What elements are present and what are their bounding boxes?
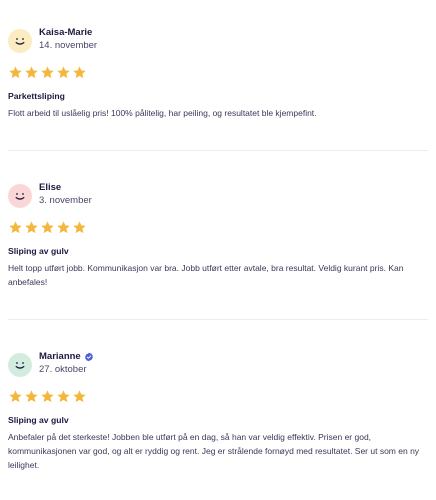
star-rating xyxy=(8,389,428,404)
avatar xyxy=(8,184,32,208)
star-rating xyxy=(8,65,428,80)
star-icon xyxy=(9,66,22,79)
review-header: Marianne 27. oktober xyxy=(8,351,428,381)
avatar xyxy=(8,29,32,53)
avatar xyxy=(8,353,32,377)
star-icon xyxy=(57,221,70,234)
divider xyxy=(8,319,428,320)
verified-badge-icon xyxy=(84,352,93,362)
star-icon xyxy=(73,66,86,79)
star-icon xyxy=(9,221,22,234)
review-title: Sliping av gulv xyxy=(8,415,69,425)
star-icon xyxy=(57,66,70,79)
smiley-face-icon xyxy=(15,38,25,45)
review-text: Helt topp utført jobb. Kommunikasjon var… xyxy=(8,263,404,287)
star-rating xyxy=(8,220,428,235)
review-card: Marianne 27. oktober Sliping av gulv Anb… xyxy=(8,351,428,472)
star-icon xyxy=(41,221,54,234)
star-icon xyxy=(41,390,54,403)
star-icon xyxy=(41,66,54,79)
reviewer-name: Elise xyxy=(39,182,62,193)
reviewer-name: Marianne xyxy=(39,351,81,362)
divider xyxy=(8,150,428,151)
smiley-face-icon xyxy=(15,193,25,200)
review-text: Flott arbeid til uslåelig pris! 100% pål… xyxy=(8,108,317,118)
star-icon xyxy=(25,66,38,79)
review-list: Kaisa-Marie 14. november Parkettsliping … xyxy=(0,0,436,500)
review-header: Elise 3. november xyxy=(8,182,428,212)
review-card: Elise 3. november Sliping av gulv Helt t… xyxy=(8,182,428,289)
star-icon xyxy=(73,221,86,234)
review-date: 3. november xyxy=(39,195,92,206)
review-date: 14. november xyxy=(39,40,98,51)
star-icon xyxy=(73,390,86,403)
star-icon xyxy=(57,390,70,403)
smiley-face-icon xyxy=(15,362,25,369)
review-text: Anbefaler på det sterkeste! Jobben ble u… xyxy=(8,432,420,470)
star-icon xyxy=(9,390,22,403)
reviewer-name: Kaisa-Marie xyxy=(39,27,93,38)
star-icon xyxy=(25,221,38,234)
review-title: Parkettsliping xyxy=(8,91,65,101)
review-title: Sliping av gulv xyxy=(8,246,69,256)
review-header: Kaisa-Marie 14. november xyxy=(8,27,428,57)
review-card: Kaisa-Marie 14. november Parkettsliping … xyxy=(8,27,428,120)
star-icon xyxy=(25,390,38,403)
review-date: 27. oktober xyxy=(39,364,87,375)
